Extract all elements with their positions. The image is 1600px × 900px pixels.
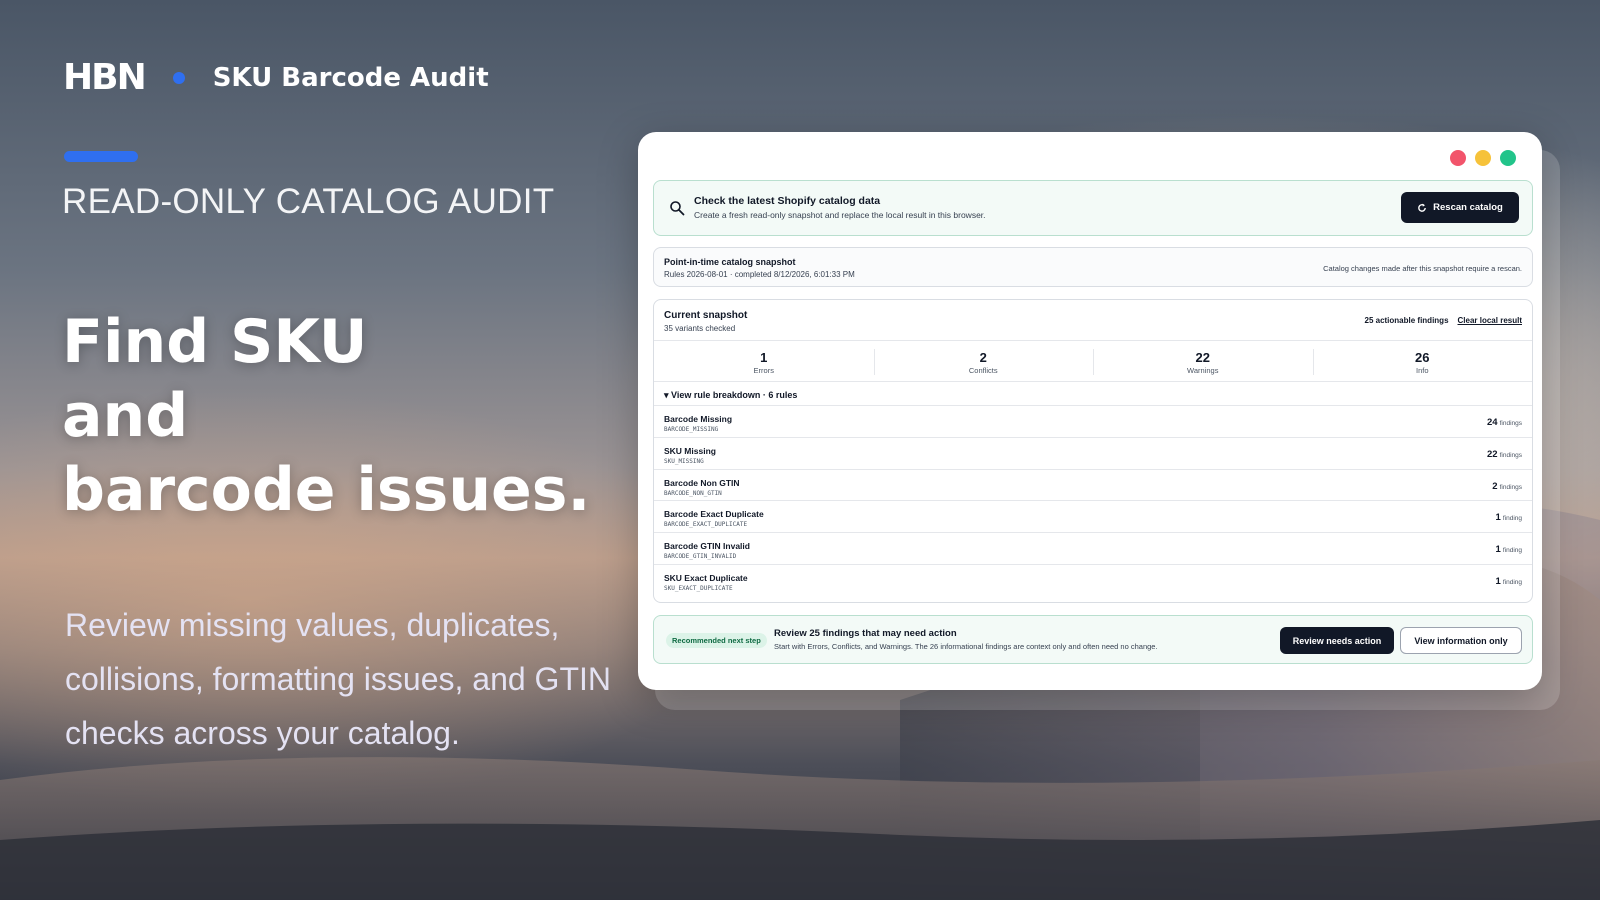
stat-warnings[interactable]: 22 Warnings [1093, 341, 1313, 381]
app-title: SKU Barcode Audit [212, 63, 489, 93]
rescan-title: Check the latest Shopify catalog data [694, 195, 881, 207]
current-snapshot-header: Current snapshot 35 variants checked [664, 310, 747, 333]
snapshot-title: Point-in-time catalog snapshot [664, 257, 796, 267]
rule-row[interactable]: SKU Exact Duplicate SKU_EXACT_DUPLICATE … [654, 563, 1532, 596]
snapshot-note: Catalog changes made after this snapshot… [1323, 264, 1522, 273]
view-information-only-button[interactable]: View information only [1400, 627, 1522, 654]
rule-count: 1 finding [1496, 512, 1522, 523]
rule-count-unit: findings [1499, 420, 1522, 427]
hero-subtext: Review missing values, duplicates, colli… [65, 607, 611, 751]
brand-logo: HBN [63, 57, 147, 98]
rule-name: Barcode GTIN Invalid [664, 541, 750, 552]
current-snapshot-panel: Current snapshot 35 variants checked 25 … [653, 299, 1533, 603]
brand-separator-dot [172, 72, 185, 84]
stat-label: Conflicts [968, 366, 998, 375]
headline-line-2: and [62, 381, 189, 451]
hero-headline: Find SKU and barcode issues. [62, 305, 590, 527]
brand-header: HBN SKU Barcode Audit [63, 60, 489, 96]
rescan-catalog-button[interactable]: Rescan catalog [1401, 192, 1519, 223]
rule-count: 2 findings [1492, 481, 1522, 492]
rule-list: Barcode Missing BARCODE_MISSING 24 findin… [654, 405, 1532, 596]
headline-line-1: Find SKU [62, 307, 368, 377]
rescan-panel: Check the latest Shopify catalog data Cr… [653, 180, 1533, 236]
rule-count: 24 findings [1487, 417, 1522, 428]
rule-code: SKU_MISSING [664, 457, 704, 465]
next-step-description: Start with Errors, Conflicts, and Warnin… [774, 642, 1158, 651]
snapshot-meta: Rules 2026-08-01 · completed 8/12/2026, … [664, 270, 855, 279]
rule-row[interactable]: Barcode Missing BARCODE_MISSING 24 findin… [654, 405, 1532, 437]
snapshot-info-panel: Point-in-time catalog snapshot Rules 202… [653, 247, 1533, 287]
rule-count-value: 22 [1487, 448, 1498, 460]
rule-row[interactable]: SKU Missing SKU_MISSING 22 findings [654, 436, 1532, 469]
recommended-badge: Recommended next step [666, 633, 767, 648]
rule-breakdown-toggle[interactable]: ▾ View rule breakdown · 6 rules [664, 390, 797, 401]
rule-row[interactable]: Barcode Exact Duplicate BARCODE_EXACT_DU… [654, 500, 1532, 532]
variants-checked: 35 variants checked [664, 324, 736, 333]
rule-name: Barcode Non GTIN [664, 477, 740, 488]
stat-value: 2 [979, 350, 987, 365]
rule-name: Barcode Exact Duplicate [664, 509, 764, 520]
clear-local-result-link[interactable]: Clear local result [1458, 316, 1522, 325]
rule-count-unit: finding [1502, 515, 1522, 523]
stat-value: 1 [760, 350, 768, 365]
stat-errors[interactable]: 1 Errors [654, 341, 874, 381]
rule-code: BARCODE_NON_GTIN [664, 489, 722, 497]
rule-count-unit: finding [1502, 578, 1522, 586]
next-step-panel: Recommended next step Review 25 findings… [653, 615, 1533, 664]
stat-conflicts[interactable]: 2 Conflicts [873, 341, 1094, 381]
rule-count-unit: findings [1499, 483, 1522, 491]
current-snapshot-title: Current snapshot [664, 310, 748, 321]
rule-count-value: 1 [1495, 575, 1501, 587]
stat-label: Errors [753, 366, 774, 375]
snapshot-actions: 25 actionable findings Clear local resul… [1365, 316, 1523, 325]
rule-count-unit: finding [1502, 547, 1522, 555]
rule-row[interactable]: Barcode Non GTIN BARCODE_NON_GTIN 2 findi… [654, 468, 1532, 501]
rule-count-value: 1 [1495, 544, 1501, 556]
search-icon [670, 201, 685, 216]
rule-name: SKU Missing [664, 445, 716, 456]
rescan-button-label: Rescan catalog [1433, 202, 1503, 213]
rule-name: SKU Exact Duplicate [664, 572, 748, 583]
stat-label: Warnings [1187, 366, 1219, 375]
rule-code: BARCODE_GTIN_INVALID [664, 553, 737, 561]
review-needs-action-button[interactable]: Review needs action [1280, 627, 1394, 654]
next-step-title: Review 25 findings that may need action [774, 628, 957, 639]
rule-count: 22 findings [1487, 449, 1522, 460]
window-controls [1450, 150, 1516, 166]
rule-count: 1 finding [1496, 544, 1522, 555]
headline-line-3: barcode issues. [62, 455, 591, 525]
rule-row[interactable]: Barcode GTIN Invalid BARCODE_GTIN_INVALI… [654, 532, 1532, 564]
rule-count-value: 2 [1492, 480, 1498, 492]
rule-count: 1 finding [1496, 576, 1522, 587]
rule-code: SKU_EXACT_DUPLICATE [664, 584, 733, 592]
minimize-window-button[interactable] [1475, 150, 1491, 166]
app-window: Check the latest Shopify catalog data Cr… [638, 132, 1542, 690]
maximize-window-button[interactable] [1500, 150, 1516, 166]
stat-value: 26 [1415, 350, 1430, 365]
close-window-button[interactable] [1450, 150, 1466, 166]
stat-label: Info [1415, 366, 1429, 375]
eyebrow-text: READ-ONLY CATALOG AUDIT [62, 182, 555, 221]
refresh-icon [1418, 203, 1427, 212]
rule-count-value: 24 [1487, 417, 1498, 428]
rule-code: BARCODE_MISSING [664, 426, 719, 433]
actionable-findings-count: 25 actionable findings [1364, 316, 1449, 325]
accent-bar [64, 151, 138, 162]
rescan-description: Create a fresh read-only snapshot and re… [694, 210, 986, 220]
rule-code: BARCODE_EXACT_DUPLICATE [664, 521, 748, 529]
stat-info[interactable]: 26 Info [1312, 341, 1533, 381]
stat-value: 22 [1195, 350, 1210, 365]
rule-name: Barcode Missing [664, 414, 733, 424]
rule-count-unit: findings [1499, 451, 1522, 459]
severity-stats: 1 Errors 2 Conflicts 22 Warnings 26 Info [654, 340, 1532, 382]
rule-count-value: 1 [1495, 512, 1501, 524]
